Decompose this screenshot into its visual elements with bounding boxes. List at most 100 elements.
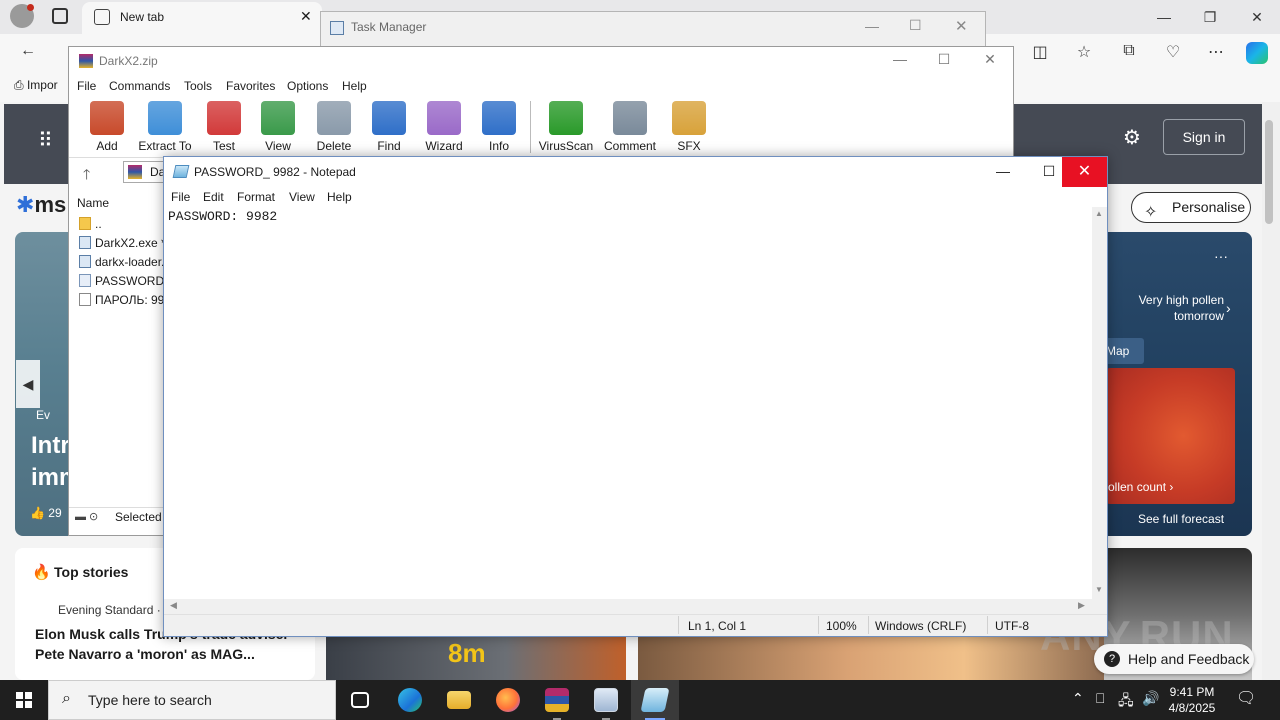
- chevron-right-icon[interactable]: ›: [1226, 300, 1231, 316]
- file-row[interactable]: DarkX2.exe *: [79, 236, 169, 250]
- edge-minimize-button[interactable]: —: [1150, 6, 1178, 28]
- tab-new-tab[interactable]: New tab ✕: [82, 2, 322, 34]
- scroll-up-icon[interactable]: ▲: [1095, 209, 1103, 218]
- tb-notepad[interactable]: [631, 680, 679, 720]
- tb-file-explorer[interactable]: [435, 680, 483, 720]
- personalise-button[interactable]: ✧ Personalise: [1131, 192, 1251, 223]
- see-full-forecast-link[interactable]: See full forecast: [1138, 512, 1224, 526]
- wr-menu-commands[interactable]: Commands: [109, 79, 170, 93]
- copilot-icon[interactable]: [1246, 42, 1268, 64]
- vertical-scrollbar[interactable]: [1092, 207, 1107, 599]
- file-explorer-icon: [447, 691, 471, 709]
- help-feedback-button[interactable]: ? Help and Feedback: [1094, 644, 1254, 674]
- wr-menu-tools[interactable]: Tools: [184, 79, 212, 93]
- tb-task-manager[interactable]: [582, 680, 630, 720]
- wr-menu-help[interactable]: Help: [342, 79, 367, 93]
- scroll-down-icon[interactable]: ▼: [1095, 585, 1103, 594]
- wr-tool-wizard[interactable]: Wizard: [415, 101, 473, 153]
- file-row[interactable]: PASSWORD: 9: [79, 274, 169, 288]
- tm-minimize-button[interactable]: —: [865, 18, 879, 34]
- news-image[interactable]: [638, 636, 1104, 680]
- np-minimize-button[interactable]: —: [980, 157, 1026, 187]
- back-arrow-icon[interactable]: ←: [16, 42, 40, 64]
- flame-icon: 🔥: [32, 564, 51, 581]
- wr-tool-label: Wizard: [425, 139, 463, 153]
- browser-essentials-icon[interactable]: ♡: [1161, 42, 1185, 64]
- file-row[interactable]: ПАРОЛЬ: 998: [79, 293, 169, 307]
- column-header-name[interactable]: Name: [77, 196, 109, 210]
- np-menu-view[interactable]: View: [289, 190, 315, 204]
- edge-close-button[interactable]: ✕: [1243, 6, 1271, 28]
- app-launcher-icon[interactable]: ⠿: [38, 128, 53, 153]
- weather-map-tab[interactable]: Map: [1104, 338, 1144, 364]
- favorites-import-button[interactable]: ⎙ Impor: [14, 78, 58, 93]
- notepad-text-area[interactable]: PASSWORD: 9982: [168, 209, 1088, 599]
- device-icon[interactable]: ⎕: [1096, 690, 1104, 707]
- np-menu-format[interactable]: Format: [237, 190, 275, 204]
- more-menu-icon[interactable]: ⋯: [1204, 42, 1228, 64]
- tm-close-button[interactable]: ✕: [955, 17, 968, 35]
- sign-in-button[interactable]: Sign in: [1163, 119, 1245, 155]
- profile-avatar-icon[interactable]: [10, 4, 34, 28]
- test-clipboard-icon: [207, 101, 241, 135]
- wr-tool-view[interactable]: View: [249, 101, 307, 153]
- tb-winrar[interactable]: [533, 680, 581, 720]
- np-menu-help[interactable]: Help: [327, 190, 352, 204]
- wr-tool-info[interactable]: Info: [470, 101, 528, 153]
- msn-logo[interactable]: ✱ms: [16, 192, 66, 218]
- magnifier-icon: [372, 101, 406, 135]
- wr-tool-add[interactable]: Add: [78, 101, 136, 153]
- wr-tool-extract[interactable]: Extract To: [136, 101, 194, 153]
- wr-menu-favorites[interactable]: Favorites: [226, 79, 275, 93]
- volume-icon[interactable]: 🔊: [1142, 690, 1159, 707]
- wr-tool-delete[interactable]: Delete: [305, 101, 363, 153]
- taskbar-clock[interactable]: 9:41 PM 4/8/2025: [1166, 684, 1218, 716]
- winrar-titlebar[interactable]: DarkX2.zip — ☐ ✕: [69, 47, 1013, 75]
- wr-close-button[interactable]: ✕: [975, 51, 1005, 71]
- np-menu-edit[interactable]: Edit: [203, 190, 224, 204]
- wr-minimize-button[interactable]: —: [885, 51, 915, 71]
- tab-actions-icon[interactable]: [52, 8, 68, 24]
- pollen-alert[interactable]: Very high pollen tomorrow: [1128, 292, 1224, 324]
- np-close-button[interactable]: ✕: [1062, 157, 1107, 187]
- wr-tool-test[interactable]: Test: [195, 101, 253, 153]
- notification-center-icon[interactable]: 🗨: [1236, 688, 1256, 708]
- wr-maximize-button[interactable]: ☐: [929, 51, 959, 71]
- network-icon[interactable]: 🖧: [1118, 690, 1134, 714]
- wr-tool-virusscan[interactable]: VirusScan: [537, 101, 595, 153]
- wr-menu-options[interactable]: Options: [287, 79, 328, 93]
- wr-tool-comment[interactable]: Comment: [601, 101, 659, 153]
- page-scrollbar-thumb[interactable]: [1265, 120, 1273, 224]
- cursor-position: Ln 1, Col 1: [688, 619, 747, 633]
- edge-restore-button[interactable]: ❐: [1196, 6, 1224, 28]
- task-manager-window[interactable]: Task Manager — ☐ ✕: [320, 11, 986, 51]
- pollen-count-link[interactable]: ollen count ›: [1108, 480, 1173, 494]
- np-menu-file[interactable]: File: [171, 190, 190, 204]
- tm-maximize-button[interactable]: ☐: [909, 17, 922, 34]
- file-row[interactable]: darkx-loader.: [79, 255, 169, 269]
- tab-close-button[interactable]: ✕: [300, 8, 312, 25]
- winrar-icon: [128, 165, 142, 179]
- split-screen-icon[interactable]: ◫: [1028, 42, 1052, 64]
- collections-icon[interactable]: ⧉: [1117, 42, 1141, 64]
- notepad-titlebar[interactable]: PASSWORD_ 9982 - Notepad — ☐ ✕: [164, 157, 1107, 187]
- wr-menu-file[interactable]: File: [77, 79, 96, 93]
- favorites-star-icon[interactable]: ☆: [1072, 42, 1096, 64]
- horizontal-scrollbar[interactable]: [164, 599, 1092, 614]
- file-name: PASSWORD: 9: [95, 274, 169, 288]
- show-hidden-icons-icon[interactable]: ⌃: [1072, 690, 1084, 707]
- up-folder-icon[interactable]: 🡑: [83, 164, 90, 188]
- wr-tool-sfx[interactable]: SFX: [660, 101, 718, 153]
- tb-task-view[interactable]: [336, 680, 384, 720]
- carousel-prev-button[interactable]: ◀: [16, 360, 40, 408]
- weather-more-icon[interactable]: ···: [1214, 248, 1228, 264]
- hero-like-count[interactable]: 👍 29: [30, 506, 62, 520]
- tb-firefox[interactable]: [484, 680, 532, 720]
- file-row[interactable]: ..: [79, 217, 169, 231]
- settings-gear-icon[interactable]: ⚙: [1123, 125, 1141, 150]
- scroll-right-icon[interactable]: ▶: [1078, 600, 1085, 611]
- task-manager-title: Task Manager: [351, 20, 427, 34]
- tb-edge[interactable]: [386, 680, 434, 720]
- wr-tool-find[interactable]: Find: [360, 101, 418, 153]
- scroll-left-icon[interactable]: ◀: [170, 600, 177, 611]
